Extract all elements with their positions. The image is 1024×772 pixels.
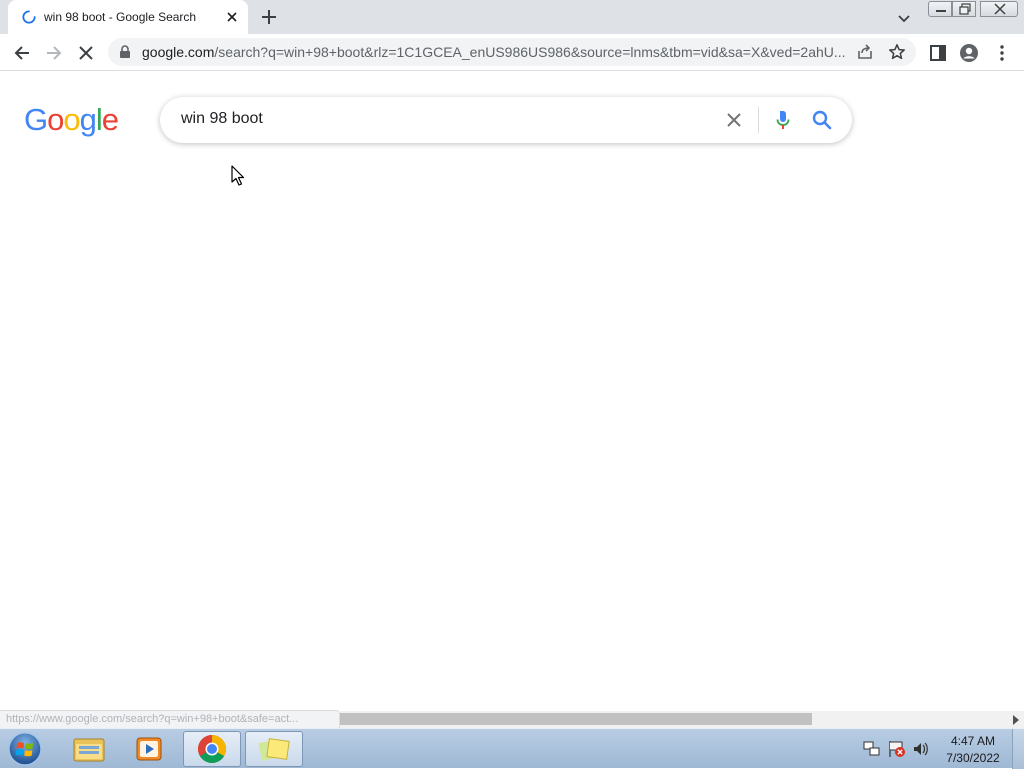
restore-icon <box>959 3 971 15</box>
sticky-notes-icon <box>258 738 290 761</box>
forward-arrow-icon[interactable] <box>44 43 64 63</box>
back-arrow-icon[interactable] <box>12 43 32 63</box>
logo-letter: o <box>63 102 80 137</box>
scroll-right-arrow-icon[interactable] <box>1012 715 1020 725</box>
clear-search-icon[interactable] <box>724 110 744 130</box>
system-tray-icons[interactable] <box>862 739 932 759</box>
lock-icon[interactable] <box>119 45 131 59</box>
close-window-icon <box>994 3 1006 15</box>
microphone-icon[interactable] <box>772 109 794 131</box>
logo-letter: g <box>79 102 97 137</box>
minimize-icon <box>936 10 946 12</box>
restore-button[interactable] <box>952 1 976 17</box>
tab-title: win 98 boot - Google Search <box>44 10 197 24</box>
stop-loading-icon[interactable] <box>76 43 96 63</box>
scrollbar-thumb[interactable] <box>340 713 812 725</box>
url-host: google.com <box>142 44 215 60</box>
horizontal-scrollbar[interactable] <box>340 711 1024 728</box>
taskbar-explorer-button[interactable] <box>60 731 118 767</box>
new-tab-icon[interactable] <box>260 8 278 26</box>
search-input[interactable]: win 98 boot <box>181 110 263 128</box>
google-logo[interactable]: Google <box>24 102 119 138</box>
share-icon[interactable] <box>856 43 874 61</box>
logo-letter: o <box>47 102 64 137</box>
mouse-cursor-icon <box>231 165 245 186</box>
link-status-bubble: https://www.google.com/search?q=win+98+b… <box>0 710 340 728</box>
status-url: https://www.google.com/search?q=win+98+b… <box>6 713 299 725</box>
start-button-windows-icon[interactable] <box>6 731 44 767</box>
minimize-button[interactable] <box>928 1 952 17</box>
browser-toolbar: google.com/search?q=win+98+boot&rlz=1C1G… <box>0 34 1024 71</box>
profile-avatar-icon[interactable] <box>959 43 979 63</box>
tab-strip: win 98 boot - Google Search <box>0 0 1024 34</box>
loading-spinner-icon <box>22 10 36 24</box>
clock-date[interactable]: 7/30/2022 <box>940 751 1006 765</box>
network-icon <box>863 741 880 756</box>
windows-taskbar: 4:47 AM 7/30/2022 <box>0 728 1024 769</box>
clock-time[interactable]: 4:47 AM <box>940 734 1006 748</box>
url-text[interactable]: google.com/search?q=win+98+boot&rlz=1C1G… <box>142 44 854 60</box>
search-icon[interactable] <box>811 109 833 131</box>
action-center-flag-icon <box>889 741 905 757</box>
close-tab-icon[interactable] <box>224 9 240 25</box>
address-bar[interactable]: google.com/search?q=win+98+boot&rlz=1C1G… <box>108 38 916 66</box>
volume-icon <box>914 742 928 756</box>
show-desktop-button[interactable] <box>1012 729 1024 769</box>
windows-explorer-icon <box>73 738 105 762</box>
chrome-icon <box>198 735 226 763</box>
bookmark-star-icon[interactable] <box>888 43 906 61</box>
side-panel-icon[interactable] <box>928 43 948 63</box>
logo-letter: G <box>24 102 48 137</box>
search-box[interactable]: win 98 boot <box>160 97 852 143</box>
taskbar-media-player-button[interactable] <box>120 731 178 767</box>
url-path: /search?q=win+98+boot&rlz=1C1GCEA_enUS98… <box>214 44 846 60</box>
search-divider <box>758 107 759 133</box>
taskbar-sticky-notes-button[interactable] <box>245 731 303 767</box>
close-window-button[interactable] <box>980 1 1018 17</box>
tab-search-chevron-icon[interactable] <box>896 10 912 26</box>
taskbar-chrome-button[interactable] <box>183 731 241 767</box>
media-player-icon <box>136 737 162 761</box>
browser-tab[interactable]: win 98 boot - Google Search <box>8 0 248 34</box>
more-menu-icon[interactable] <box>992 43 1012 63</box>
logo-letter: e <box>101 102 119 137</box>
